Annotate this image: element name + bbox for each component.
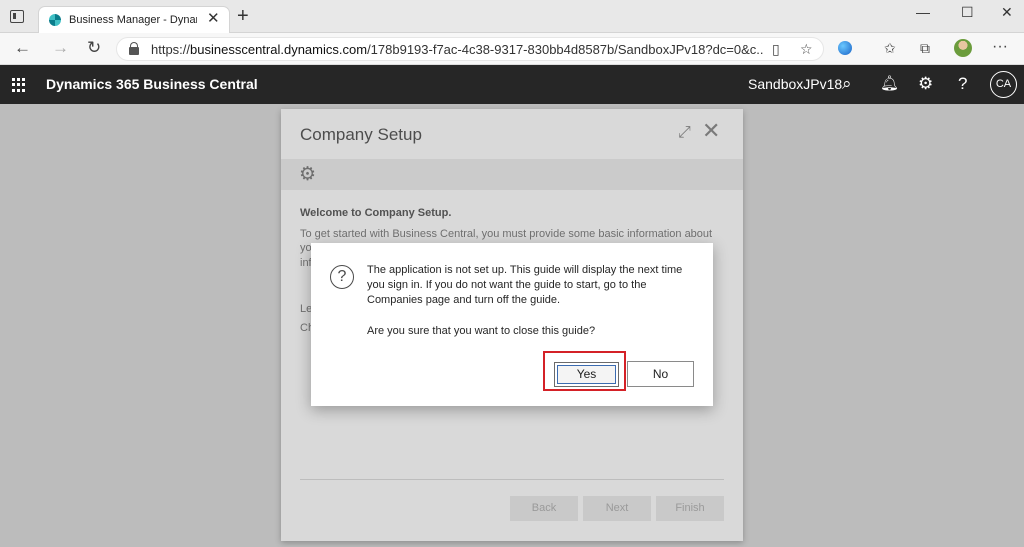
confirm-close-dialog: ? The application is not set up. This gu…: [311, 243, 713, 406]
window-close-button[interactable]: ✕: [1001, 4, 1013, 20]
next-button[interactable]: Next: [583, 496, 651, 521]
browser-tab[interactable]: Business Manager - Dynamics 365 ✕: [38, 6, 230, 34]
environment-name: SandboxJPv18: [748, 76, 843, 92]
confirm-question: Are you sure that you want to close this…: [367, 325, 596, 337]
expand-icon[interactable]: ⤢: [678, 124, 691, 142]
finish-button[interactable]: Finish: [656, 496, 724, 521]
setup-dialog-title: Company Setup: [300, 125, 422, 144]
lock-icon[interactable]: [129, 42, 139, 55]
url-field[interactable]: https://businesscentral.dynamics.com/178…: [116, 37, 824, 61]
dynamics-favicon-icon: [49, 14, 61, 26]
new-tab-button[interactable]: +: [237, 5, 249, 27]
gear-icon[interactable]: ⚙: [918, 74, 933, 94]
favorites-icon[interactable]: ✩: [884, 40, 896, 56]
waffle-icon[interactable]: [12, 78, 26, 92]
question-icon: ?: [330, 265, 354, 289]
search-icon[interactable]: ⌕: [842, 74, 852, 94]
help-icon[interactable]: ?: [958, 74, 967, 94]
collections-icon[interactable]: ⧉: [920, 40, 930, 56]
minimize-button[interactable]: —: [916, 4, 930, 20]
setup-intro-text-line3: inf: [300, 257, 312, 269]
confirm-message: The application is not set up. This guid…: [367, 264, 683, 306]
maximize-button[interactable]: ☐: [961, 4, 974, 20]
read-aloud-icon[interactable]: ▯: [772, 41, 780, 57]
app-header: Dynamics 365 Business Central SandboxJPv…: [0, 65, 1024, 104]
back-icon[interactable]: ←: [14, 39, 31, 57]
url-text: https://businesscentral.dynamics.com/178…: [151, 42, 763, 57]
refresh-icon[interactable]: ↻: [87, 39, 101, 57]
browser-tab-bar: Business Manager - Dynamics 365 ✕ + — ☐ …: [0, 0, 1024, 34]
address-bar: ← → ↻ https://businesscentral.dynamics.c…: [0, 33, 1024, 65]
setup-intro-text-line2: yo: [300, 242, 312, 254]
yes-button[interactable]: Yes: [554, 362, 619, 387]
bell-icon[interactable]: 🔔︎: [880, 74, 899, 94]
more-icon[interactable]: ···: [992, 39, 1008, 55]
welcome-heading: Welcome to Company Setup.: [300, 207, 452, 219]
add-favorite-icon[interactable]: ☆: [800, 41, 813, 57]
edge-icon[interactable]: [838, 41, 852, 55]
tab-title: Business Manager - Dynamics 365: [69, 14, 197, 26]
tab-close-icon[interactable]: ✕: [207, 11, 220, 27]
tab-actions-icon[interactable]: [10, 10, 24, 23]
no-button[interactable]: No: [627, 361, 694, 387]
setup-banner: ⚙: [281, 159, 743, 190]
forward-icon[interactable]: →: [52, 39, 69, 57]
setup-divider: [300, 479, 724, 480]
close-icon[interactable]: ✕: [702, 120, 720, 142]
app-title[interactable]: Dynamics 365 Business Central: [46, 76, 258, 92]
setup-intro-text: To get started with Business Central, yo…: [300, 228, 713, 240]
back-button[interactable]: Back: [510, 496, 578, 521]
settings-gear-icon: ⚙: [299, 164, 317, 185]
profile-icon[interactable]: [954, 39, 972, 57]
user-avatar[interactable]: CA: [990, 71, 1017, 98]
